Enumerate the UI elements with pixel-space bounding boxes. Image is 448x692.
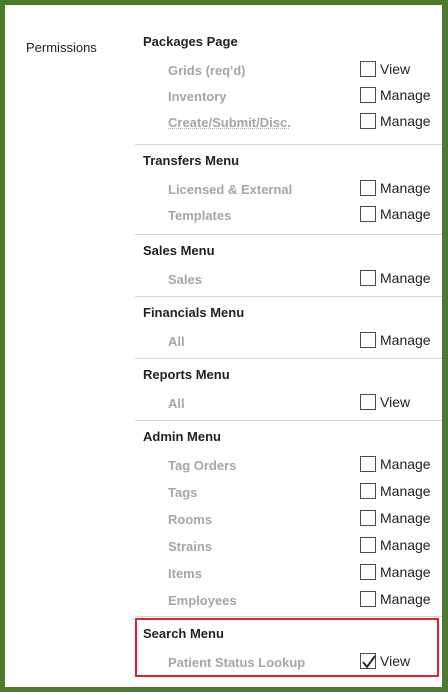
permission-row-items: Items Manage (135, 563, 442, 589)
permission-row-licensed-external: Licensed & External Manage (135, 179, 442, 205)
permission-label: Tags (168, 485, 198, 500)
permission-label: Licensed & External (168, 182, 293, 197)
section-title: Sales Menu (143, 243, 215, 258)
permission-label: Items (168, 566, 202, 581)
manage-checkbox[interactable] (360, 456, 376, 472)
section-admin-menu: Admin Menu Tag Orders Manage Tags Manage… (135, 420, 442, 608)
section-title: Packages Page (143, 34, 238, 49)
manage-checkbox[interactable] (360, 332, 376, 348)
permissions-label: Permissions (26, 40, 97, 55)
permission-label: Templates (168, 208, 232, 223)
checkbox-label: Manage (380, 270, 431, 286)
manage-checkbox[interactable] (360, 206, 376, 222)
permission-row-reports-all: All View (135, 393, 442, 419)
manage-checkbox[interactable] (360, 510, 376, 526)
permission-row-inventory: Inventory Manage (135, 86, 442, 112)
checkbox-label: Manage (380, 564, 431, 580)
permission-label: Create/Submit/Disc. (168, 115, 291, 130)
manage-checkbox[interactable] (360, 270, 376, 286)
section-financials-menu: Financials Menu All Manage (135, 296, 442, 349)
permission-label: Rooms (168, 512, 213, 527)
permission-row-templates: Templates Manage (135, 205, 442, 231)
permission-label: Sales (168, 272, 202, 287)
permission-label: All (168, 334, 185, 349)
manage-checkbox[interactable] (360, 180, 376, 196)
section-sales-menu: Sales Menu Sales Manage (135, 234, 442, 287)
checkbox-label: View (380, 61, 411, 77)
permission-row-create-submit-disc: Create/Submit/Disc. Manage (135, 112, 442, 138)
section-transfers-menu: Transfers Menu Licensed & External Manag… (135, 144, 442, 223)
permission-row-tags: Tags Manage (135, 482, 442, 508)
section-title: Transfers Menu (143, 153, 240, 168)
permissions-panel: Permissions Packages Page Grids (req'd) … (0, 0, 448, 692)
permission-row-financials-all: All Manage (135, 331, 442, 357)
manage-checkbox[interactable] (360, 483, 376, 499)
permission-row-employees: Employees Manage (135, 590, 442, 616)
checkbox-label: Manage (380, 456, 431, 472)
permission-row-tag-orders: Tag Orders Manage (135, 455, 442, 481)
permission-row-sales: Sales Manage (135, 269, 442, 295)
section-title: Financials Menu (143, 305, 245, 320)
checkbox-label: Manage (380, 483, 431, 499)
search-menu-highlight (135, 618, 439, 677)
permission-label: Employees (168, 593, 237, 608)
section-title: Reports Menu (143, 367, 230, 382)
permission-label: Grids (req'd) (168, 63, 246, 78)
checkbox-label: Manage (380, 206, 431, 222)
permission-row-strains: Strains Manage (135, 536, 442, 562)
checkbox-label: Manage (380, 113, 431, 129)
checkbox-label: Manage (380, 332, 431, 348)
section-reports-menu: Reports Menu All View (135, 358, 442, 411)
permission-row-grids: Grids (req'd) View (135, 60, 442, 86)
permission-label: Inventory (168, 89, 227, 104)
section-title: Admin Menu (143, 429, 221, 444)
manage-checkbox[interactable] (360, 113, 376, 129)
manage-checkbox[interactable] (360, 87, 376, 103)
checkbox-label: Manage (380, 510, 431, 526)
permission-label: Tag Orders (168, 458, 237, 473)
section-search-menu: Search Menu Patient Status Lookup View (135, 616, 442, 670)
view-checkbox[interactable] (360, 61, 376, 77)
checkbox-label: Manage (380, 180, 431, 196)
checkbox-label: View (380, 394, 411, 410)
permission-label: Strains (168, 539, 213, 554)
permission-label: All (168, 396, 185, 411)
checkbox-label: Manage (380, 87, 431, 103)
manage-checkbox[interactable] (360, 564, 376, 580)
manage-checkbox[interactable] (360, 591, 376, 607)
checkbox-label: Manage (380, 591, 431, 607)
checkbox-label: Manage (380, 537, 431, 553)
manage-checkbox[interactable] (360, 537, 376, 553)
view-checkbox[interactable] (360, 394, 376, 410)
permission-row-rooms: Rooms Manage (135, 509, 442, 535)
